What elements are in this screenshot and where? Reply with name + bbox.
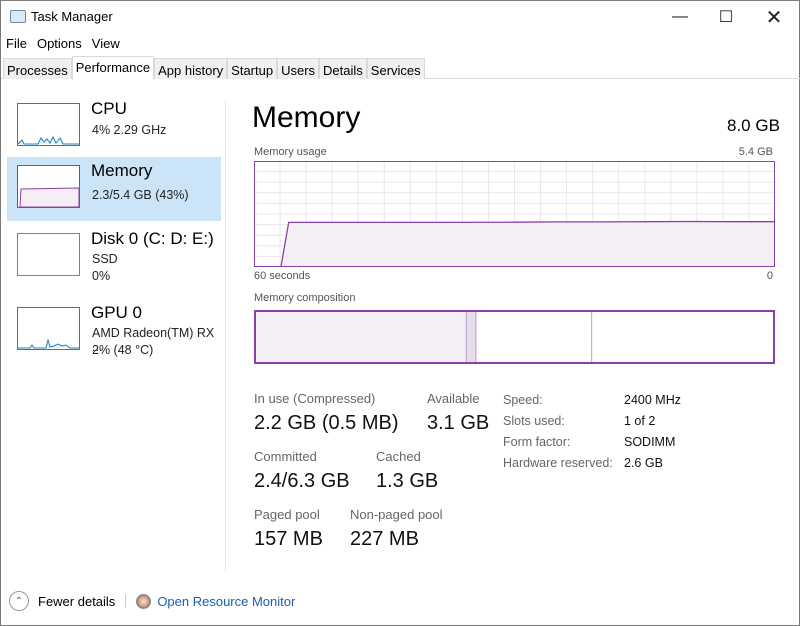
tab-app-history[interactable]: App history xyxy=(154,58,228,79)
detail-label: Speed: xyxy=(503,393,543,407)
fewer-details-button[interactable]: Fewer details xyxy=(38,594,115,609)
usage-label: Memory usage xyxy=(254,146,327,158)
sidebar-cpu-detail: 4% 2.29 GHz xyxy=(92,123,167,137)
sidebar-gpu-usage: 2% (48 °C) xyxy=(92,343,154,357)
page-title: Memory xyxy=(252,101,361,134)
memory-usage-graph xyxy=(254,161,775,267)
usage-max-label: 5.4 GB xyxy=(738,146,773,158)
chevron-up-icon[interactable]: ⌃ xyxy=(9,591,29,611)
title-bar: Task Manager — ☐ ✕ xyxy=(1,1,800,33)
composition-segment-in-use xyxy=(254,310,467,364)
sidebar-memory-detail: 2.3/5.4 GB (43%) xyxy=(92,188,189,202)
cpu-thumbnail-graph xyxy=(17,103,80,146)
stat-value: 2.4/6.3 GB xyxy=(254,470,350,492)
tab-startup[interactable]: Startup xyxy=(227,58,278,79)
total-memory: 8.0 GB xyxy=(727,116,780,135)
stat-label: Non-paged pool xyxy=(350,507,443,522)
sidebar-item-gpu[interactable]: GPU 0 AMD Radeon(TM) RX ... 2% (48 °C) xyxy=(7,299,221,363)
stat-label: Available xyxy=(427,391,480,406)
memory-thumbnail-graph xyxy=(17,165,80,208)
sidebar-memory-title: Memory xyxy=(91,161,153,180)
maximize-button[interactable]: ☐ xyxy=(703,1,749,33)
menu-view[interactable]: View xyxy=(87,34,125,54)
sidebar-disk-usage: 0% xyxy=(92,269,111,283)
composition-segment-modified xyxy=(466,310,476,364)
sidebar-item-memory[interactable]: Memory 2.3/5.4 GB (43%) xyxy=(7,157,221,221)
stat-value: 2.2 GB (0.5 MB) xyxy=(254,412,399,434)
menu-file[interactable]: File xyxy=(1,34,32,54)
sidebar-item-cpu[interactable]: CPU 4% 2.29 GHz xyxy=(7,95,221,159)
detail-value: SODIMM xyxy=(624,435,676,449)
gpu-thumbnail-graph xyxy=(17,307,80,350)
task-manager-icon xyxy=(10,10,26,23)
sidebar-disk-title: Disk 0 (C: D: E:) xyxy=(91,229,214,248)
x-axis-left-label: 60 seconds xyxy=(254,270,311,282)
tab-users[interactable]: Users xyxy=(277,58,320,79)
menu-options[interactable]: Options xyxy=(32,34,87,54)
resource-monitor-icon xyxy=(136,593,152,609)
detail-value: 1 of 2 xyxy=(624,414,656,428)
stat-label: Cached xyxy=(376,449,421,464)
composition-segment-standby xyxy=(475,310,592,364)
panel-divider xyxy=(225,101,226,571)
composition-segment-free xyxy=(591,310,775,364)
detail-value: 2400 MHz xyxy=(624,393,681,407)
tab-services[interactable]: Services xyxy=(366,58,425,79)
x-axis-right-label: 0 xyxy=(766,270,773,282)
close-button[interactable]: ✕ xyxy=(751,1,797,33)
detail-label: Hardware reserved: xyxy=(503,456,613,470)
sidebar-gpu-title: GPU 0 xyxy=(91,303,143,322)
stat-value: 157 MB xyxy=(254,528,323,550)
tab-processes[interactable]: Processes xyxy=(3,58,72,79)
detail-value: 2.6 GB xyxy=(624,456,663,470)
tab-details[interactable]: Details xyxy=(319,58,367,79)
composition-label: Memory composition xyxy=(254,292,356,304)
sidebar-cpu-title: CPU xyxy=(91,99,127,118)
stat-value: 227 MB xyxy=(350,528,419,550)
memory-composition-bar xyxy=(254,310,775,364)
menu-bar: File Options View xyxy=(1,34,125,54)
sidebar-disk-type: SSD xyxy=(92,252,118,266)
stat-label: Committed xyxy=(254,449,317,464)
usage-area xyxy=(254,221,775,267)
stat-label: In use (Compressed) xyxy=(254,391,376,406)
stat-value: 1.3 GB xyxy=(376,470,439,492)
stat-value: 3.1 GB xyxy=(427,412,490,434)
disk-thumbnail-graph xyxy=(17,233,80,276)
detail-label: Form factor: xyxy=(503,435,571,449)
tab-performance[interactable]: Performance xyxy=(71,56,155,80)
tab-bar: Processes Performance App history Startu… xyxy=(1,56,800,80)
window-title: Task Manager xyxy=(31,9,113,24)
sidebar-item-disk[interactable]: Disk 0 (C: D: E:) SSD 0% xyxy=(7,225,221,289)
footer-separator xyxy=(125,594,127,608)
stat-label: Paged pool xyxy=(254,507,320,522)
detail-label: Slots used: xyxy=(503,414,565,428)
open-resource-monitor-link[interactable]: Open Resource Monitor xyxy=(157,594,295,609)
minimize-button[interactable]: — xyxy=(657,1,703,33)
footer: ⌃ Fewer details Open Resource Monitor xyxy=(9,589,295,613)
